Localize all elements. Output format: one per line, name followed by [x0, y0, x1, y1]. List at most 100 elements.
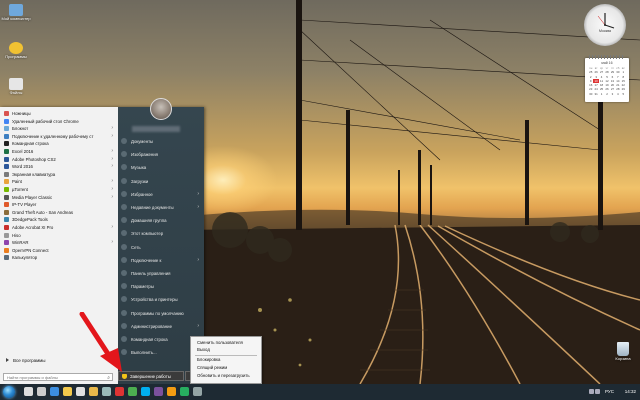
- clock-gadget[interactable]: Москва: [584, 4, 626, 46]
- program-icon: [4, 118, 9, 124]
- place-icon: [121, 270, 127, 276]
- place-item[interactable]: Параметры: [118, 282, 204, 291]
- program-item[interactable]: Удаленный рабочий стол Chrome: [2, 118, 116, 126]
- desktop-icon-files[interactable]: Файлы: [1, 78, 31, 95]
- program-icon: [4, 179, 9, 185]
- place-label: Избранное: [131, 191, 153, 197]
- explorer-icon[interactable]: [63, 387, 72, 396]
- place-item[interactable]: Панель управления: [118, 269, 204, 278]
- program-item[interactable]: Excel 2016 ›: [2, 148, 116, 156]
- settings-taskbar-icon[interactable]: [193, 387, 202, 396]
- task-view-icon[interactable]: [37, 387, 46, 396]
- network-icon[interactable]: [589, 389, 594, 394]
- place-item[interactable]: Недавние документы ›: [118, 203, 204, 212]
- program-label: IP-TV Player: [12, 202, 37, 208]
- user-name-blurred[interactable]: [132, 126, 180, 132]
- chrome-icon[interactable]: [128, 387, 137, 396]
- viber-icon[interactable]: [154, 387, 163, 396]
- place-item[interactable]: Музыка: [118, 163, 204, 172]
- program-label: µTorrent: [12, 187, 28, 192]
- program-label: Hiso: [12, 232, 21, 238]
- skype-icon[interactable]: [141, 387, 150, 396]
- program-icon: [4, 111, 9, 116]
- opera-icon[interactable]: [115, 387, 124, 396]
- program-item[interactable]: WinRAR ›: [2, 239, 116, 247]
- program-item[interactable]: Подключение к удаленному рабочему ст ›: [2, 133, 116, 141]
- program-icon: [4, 133, 9, 139]
- shutdown-button[interactable]: Завершение работы: [118, 371, 184, 381]
- place-item[interactable]: Программы по умолчанию: [118, 309, 204, 318]
- place-label: Подключение к: [131, 257, 162, 263]
- volume-icon[interactable]: [595, 389, 600, 394]
- program-icon: [4, 194, 9, 200]
- edge-icon[interactable]: [50, 387, 59, 396]
- program-label: Media Player Classic: [12, 194, 53, 200]
- program-item[interactable]: OpenVPN Connect: [2, 247, 116, 255]
- place-item[interactable]: Изображения: [118, 150, 204, 159]
- menu-item-sleep[interactable]: Спящий режим: [197, 364, 227, 371]
- place-icon: [121, 164, 127, 171]
- program-label: Командная строка: [12, 141, 49, 147]
- program-item[interactable]: IP-TV Player: [2, 201, 116, 209]
- program-item[interactable]: Экранная клавиатура: [2, 171, 116, 179]
- start-search-input[interactable]: Найти программы и файлы ⌕: [3, 373, 113, 381]
- program-item[interactable]: Grand Theft Auto - San Andreas: [2, 209, 116, 217]
- calendar-rings: [589, 55, 625, 59]
- menu-item-update-restart[interactable]: Обновить и перезагрузить: [197, 372, 250, 379]
- desktop-icon-recycle-bin[interactable]: Корзина: [612, 342, 634, 361]
- program-item[interactable]: Word 2016 ›: [2, 163, 116, 171]
- program-label: Adobe Photoshop CS2: [12, 156, 56, 162]
- folder-icon[interactable]: [89, 387, 98, 396]
- calendar-gadget[interactable]: май 16 пн вт ср чт пт сб вс 25 26 27 28 29 30 1 2 3 4 5 6 7…: [585, 55, 629, 102]
- program-item[interactable]: Блокнот ›: [2, 125, 116, 133]
- menu-item-logout[interactable]: Выход: [197, 346, 210, 353]
- search-taskbar-icon[interactable]: [24, 387, 33, 396]
- program-item[interactable]: Paint ›: [2, 178, 116, 186]
- program-item[interactable]: Adobe Photoshop CS2 ›: [2, 156, 116, 164]
- place-label: Панель управления: [131, 271, 171, 276]
- program-item[interactable]: Hiso: [2, 232, 116, 240]
- program-item[interactable]: Adobe Acrobat XI Pro ›: [2, 224, 116, 232]
- place-item[interactable]: Сеть: [118, 243, 204, 252]
- program-item[interactable]: µTorrent ›: [2, 186, 116, 194]
- place-item[interactable]: Подключение к ›: [118, 256, 204, 265]
- app-icon[interactable]: [180, 387, 189, 396]
- place-item[interactable]: Устройства и принтеры: [118, 295, 204, 304]
- program-item[interactable]: Калькулятор: [2, 254, 116, 262]
- menu-item-lock[interactable]: Блокировка: [197, 356, 220, 363]
- place-item[interactable]: Документы: [118, 137, 204, 146]
- program-label: Ножницы: [12, 111, 31, 116]
- place-icon: [121, 204, 127, 210]
- program-icon: [4, 232, 9, 238]
- place-item[interactable]: Избранное ›: [118, 190, 204, 199]
- place-item[interactable]: Загрузки: [118, 177, 204, 186]
- program-icon: [4, 164, 9, 170]
- chevron-right-icon: ›: [197, 256, 199, 263]
- program-label: OpenVPN Connect: [12, 247, 49, 253]
- program-icon: [4, 171, 9, 177]
- media-icon[interactable]: [167, 387, 176, 396]
- program-item[interactable]: Media Player Classic ›: [2, 194, 116, 202]
- program-icon: [4, 126, 9, 132]
- avatar[interactable]: [150, 98, 172, 120]
- store-icon[interactable]: [76, 387, 85, 396]
- clock-time[interactable]: 14:32: [625, 384, 636, 400]
- place-item[interactable]: Этот компьютер: [118, 229, 204, 238]
- calendar-day[interactable]: 5: [621, 92, 626, 96]
- place-item[interactable]: Администрирование ›: [118, 322, 204, 331]
- desktop-icon-computer[interactable]: Мой компьютер: [1, 4, 31, 21]
- place-label: Выполнить...: [131, 350, 157, 356]
- mail-icon[interactable]: [102, 387, 111, 396]
- chevron-right-icon: ›: [111, 125, 113, 132]
- program-item[interactable]: Ножницы: [2, 110, 116, 118]
- chevron-right-icon: ›: [111, 163, 113, 170]
- start-button[interactable]: [1, 385, 17, 399]
- program-item[interactable]: 3DedgePack Tools: [2, 216, 116, 224]
- program-item[interactable]: Командная строка: [2, 140, 116, 148]
- place-icon: [121, 217, 127, 224]
- place-item[interactable]: Домашняя группа: [118, 216, 204, 225]
- programs-icon: [9, 42, 23, 54]
- menu-item-switch-user[interactable]: Сменить пользователя: [197, 339, 243, 346]
- desktop-icon-programs[interactable]: Программы: [1, 42, 31, 59]
- language-indicator[interactable]: РУС: [605, 384, 614, 400]
